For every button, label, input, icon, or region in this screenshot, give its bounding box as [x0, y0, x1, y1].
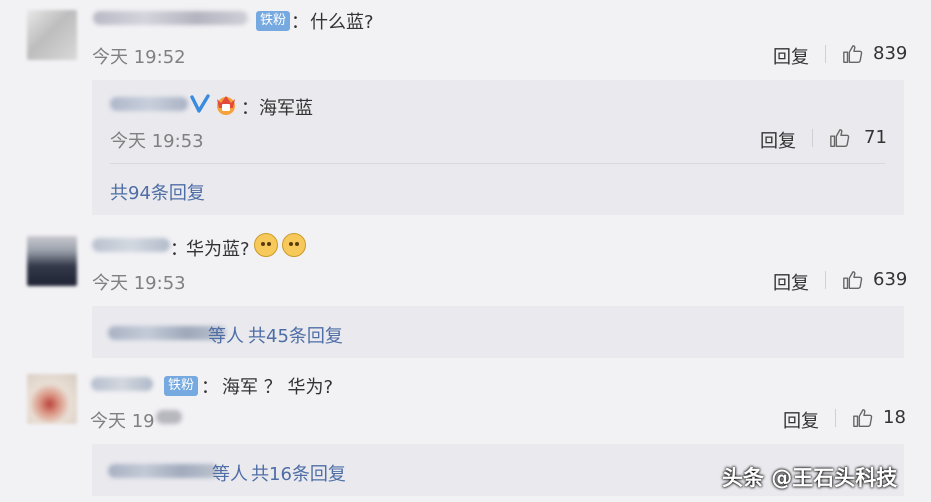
- reply-usernames[interactable]: [108, 464, 218, 478]
- thumbs-up-icon[interactable]: [829, 127, 851, 149]
- timestamp: 今天 19: [90, 411, 155, 432]
- like-count: 18: [883, 407, 906, 428]
- divider: [835, 409, 836, 427]
- more-replies-link[interactable]: 共45条回复: [248, 322, 343, 348]
- avatar[interactable]: [27, 10, 77, 60]
- like-count: 71: [864, 127, 887, 148]
- replier-summary: 等人: [212, 464, 248, 485]
- divider: [825, 45, 826, 63]
- reply-colon: ：: [241, 98, 259, 119]
- like-count: 839: [873, 43, 908, 64]
- comment-text: 什么蓝?: [310, 12, 374, 33]
- thumbs-up-icon[interactable]: [852, 407, 874, 429]
- comment-text: 海军 ？ 华为?: [222, 377, 333, 398]
- reply-button[interactable]: 回复: [783, 407, 819, 433]
- thumbs-up-icon[interactable]: [842, 43, 864, 65]
- divider: [812, 129, 813, 147]
- username[interactable]: [91, 377, 153, 391]
- timestamp: 今天 19:52: [92, 47, 186, 68]
- avatar[interactable]: [27, 236, 77, 286]
- comment-colon: ：: [291, 12, 309, 33]
- reply-text: 海军蓝: [259, 98, 313, 119]
- divider: [825, 271, 826, 289]
- reply-button[interactable]: 回复: [760, 127, 796, 153]
- timestamp: 今天 19:53: [92, 273, 186, 294]
- username[interactable]: [92, 238, 170, 252]
- reply-username[interactable]: [110, 97, 188, 111]
- verified-v-icon: [190, 94, 210, 113]
- timestamp-blur: [156, 410, 182, 424]
- like-count: 639: [873, 269, 908, 290]
- reply-button[interactable]: 回复: [773, 269, 809, 295]
- divider: [110, 163, 885, 164]
- reply-button[interactable]: 回复: [773, 43, 809, 69]
- thumbs-up-icon[interactable]: [842, 269, 864, 291]
- doge-emoji-icon: [254, 233, 278, 257]
- comment-colon: ：: [201, 377, 219, 398]
- crown-icon: [217, 96, 235, 115]
- more-replies-link[interactable]: 共94条回复: [110, 179, 205, 205]
- fan-badge: 铁粉: [164, 376, 199, 396]
- fan-badge: 铁粉: [256, 11, 291, 31]
- reply-timestamp: 今天 19:53: [110, 131, 204, 152]
- avatar[interactable]: [27, 374, 77, 424]
- username[interactable]: [93, 11, 248, 25]
- comment-text: 华为蓝?: [186, 239, 250, 260]
- more-replies-link[interactable]: 共16条回复: [251, 460, 346, 486]
- doge-emoji-icon: [282, 233, 306, 257]
- replier-summary: 等人: [208, 326, 244, 347]
- watermark: 头条 @王石头科技: [722, 466, 898, 490]
